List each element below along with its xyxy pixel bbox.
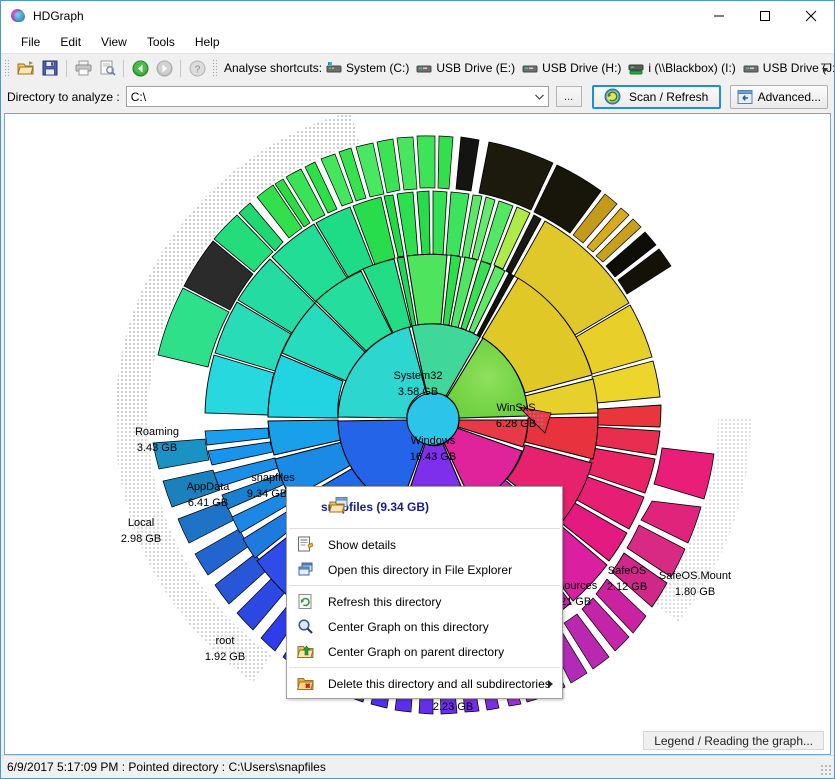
save-icon[interactable]: [38, 57, 62, 80]
context-menu-item-center-parent[interactable]: Center Graph on parent directory: [287, 639, 562, 664]
toolbar-separator: [66, 60, 67, 77]
status-bar: 6/9/2017 5:17:09 PM : Pointed directory …: [1, 755, 834, 778]
context-menu-separator: [289, 528, 560, 529]
menu-help[interactable]: Help: [185, 32, 230, 52]
directory-combobox[interactable]: C:\: [126, 86, 549, 107]
toolbar-overflow-button[interactable]: [818, 54, 832, 82]
context-menu-separator: [289, 667, 560, 668]
context-menu[interactable]: snapfiles (9.34 GB) Show details: [286, 486, 563, 699]
window-controls: [696, 1, 834, 31]
print-preview-icon[interactable]: [95, 57, 119, 80]
usb-drive-icon: [522, 61, 538, 75]
explorer-window-icon: [295, 560, 315, 580]
browse-button[interactable]: ...: [556, 86, 582, 107]
directory-bar: Directory to analyze : C:\ ... Scan / Re…: [1, 82, 834, 111]
advanced-button[interactable]: Advanced...: [730, 85, 828, 109]
toolbar-separator: [180, 60, 181, 77]
menu-file[interactable]: File: [11, 32, 50, 52]
print-icon[interactable]: [71, 57, 95, 80]
toolbar: ? Analyse shortcuts: System (C:) USB Dri…: [1, 53, 834, 82]
window-title: HDGraph: [33, 9, 696, 23]
legend-button[interactable]: Legend / Reading the graph...: [643, 731, 824, 750]
network-drive-icon: [628, 61, 644, 75]
context-menu-separator: [289, 585, 560, 586]
status-text: 6/9/2017 5:17:09 PM : Pointed directory …: [7, 760, 326, 774]
hard-drive-icon: [326, 61, 342, 75]
refresh-icon: [295, 592, 315, 612]
back-icon[interactable]: [128, 57, 152, 80]
scan-refresh-button[interactable]: Scan / Refresh: [592, 85, 721, 109]
folder-up-icon: [295, 642, 315, 662]
context-menu-item-open-explorer[interactable]: Open this directory in File Explorer: [287, 557, 562, 582]
open-folder-icon[interactable]: [14, 57, 38, 80]
context-menu-label: Delete this directory and all subdirecto…: [328, 677, 551, 691]
context-menu-item-delete[interactable]: Delete this directory and all subdirecto…: [287, 671, 562, 696]
toolbar-grip[interactable]: [4, 59, 11, 77]
context-menu-label: Refresh this directory: [328, 595, 441, 609]
context-menu-item-center-graph[interactable]: Center Graph on this directory: [287, 614, 562, 639]
toolbar-separator: [123, 60, 124, 77]
directory-label: Directory to analyze :: [7, 90, 120, 104]
shortcut-usb-h[interactable]: USB Drive (H:): [522, 61, 621, 75]
shortcut-system-c[interactable]: System (C:): [326, 61, 409, 75]
advanced-label: Advanced...: [758, 90, 821, 104]
shortcut-usb-e[interactable]: USB Drive (E:): [416, 61, 515, 75]
minimize-button[interactable]: [696, 1, 742, 31]
hdgraph-window: HDGraph File Edit View Tools Help: [0, 0, 835, 779]
graph-panel[interactable]: Windows 16.43 GB System32 3.58 GB WinSxS…: [4, 113, 831, 755]
open-folder-icon: [329, 497, 349, 518]
menu-view[interactable]: View: [91, 32, 137, 52]
magnifier-icon: [295, 617, 315, 637]
context-menu-item-refresh[interactable]: Refresh this directory: [287, 589, 562, 614]
chevron-down-icon[interactable]: [531, 87, 548, 106]
title-bar: HDGraph: [1, 1, 834, 31]
shortcut-label: System (C:): [346, 61, 409, 75]
menu-bar: File Edit View Tools Help: [1, 31, 834, 53]
context-menu-label: Show details: [328, 538, 396, 552]
shortcut-network-i[interactable]: i (\\Blackbox) (I:): [628, 61, 735, 75]
directory-input[interactable]: C:\: [127, 90, 531, 104]
context-menu-item-show-details[interactable]: Show details: [287, 532, 562, 557]
refresh-disc-icon: [604, 88, 621, 105]
context-menu-label: Open this directory in File Explorer: [328, 563, 512, 577]
folder-delete-icon: [295, 674, 315, 694]
show-details-icon: [295, 535, 315, 555]
forward-icon: [152, 57, 176, 80]
maximize-button[interactable]: [742, 1, 788, 31]
hdgraph-logo-icon: [10, 8, 26, 24]
analyse-shortcuts-label: Analyse shortcuts:: [224, 61, 322, 75]
submenu-arrow-icon: [548, 680, 553, 688]
shortcut-label: i (\\Blackbox) (I:): [648, 61, 735, 75]
menu-tools[interactable]: Tools: [137, 32, 185, 52]
usb-drive-icon: [416, 61, 432, 75]
shortcut-label: USB Drive (E:): [436, 61, 515, 75]
menu-edit[interactable]: Edit: [50, 32, 91, 52]
help-icon: ?: [185, 57, 209, 80]
svg-text:?: ?: [194, 64, 200, 75]
context-menu-label: Center Graph on this directory: [328, 620, 489, 634]
close-button[interactable]: [788, 1, 834, 31]
scan-refresh-label: Scan / Refresh: [629, 90, 708, 104]
toolbar-grip-2[interactable]: [212, 59, 219, 77]
resize-grip[interactable]: [820, 764, 832, 776]
advanced-panel-icon: [737, 89, 753, 105]
shortcut-label: USB Drive (H:): [542, 61, 621, 75]
context-menu-header: snapfiles (9.34 GB): [287, 489, 562, 525]
usb-drive-icon: [743, 61, 759, 75]
context-menu-label: Center Graph on parent directory: [328, 645, 504, 659]
